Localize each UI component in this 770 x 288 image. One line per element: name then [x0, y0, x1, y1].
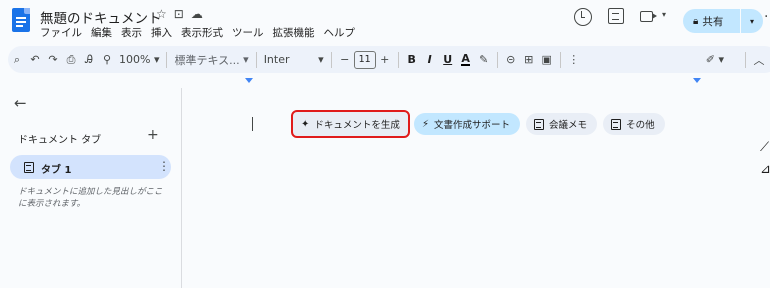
tab-label: タブ 1: [41, 165, 72, 176]
account-more-icon[interactable]: ·: [764, 9, 768, 25]
side-panel-image-icon[interactable]: ⊿: [760, 162, 770, 177]
add-tab-icon[interactable]: +: [147, 127, 159, 143]
document-tabs-heading: ドキュメント タブ: [18, 135, 102, 146]
menu-insert[interactable]: 挿入: [151, 25, 172, 40]
meeting-notes-button[interactable]: 会議メモ: [526, 113, 598, 135]
sparkle-icon: ✦: [301, 118, 310, 130]
font-size-input[interactable]: 11: [353, 50, 376, 69]
star-icon[interactable]: ☆: [156, 7, 167, 21]
undo-icon[interactable]: ↶: [26, 49, 44, 71]
side-panel-wand-icon[interactable]: ⟋: [760, 140, 769, 155]
decrease-font-size-button[interactable]: −: [336, 49, 354, 71]
print-icon[interactable]: ⎙: [62, 49, 80, 71]
menu-tools[interactable]: ツール: [232, 25, 264, 40]
share-main[interactable]: 🔒︎ 共有: [683, 9, 741, 33]
underline-icon[interactable]: U: [439, 49, 457, 71]
generate-document-button[interactable]: ✦ ドキュメントを生成: [291, 110, 410, 138]
insert-link-icon[interactable]: ⊝: [502, 49, 520, 71]
bold-icon[interactable]: B: [403, 49, 421, 71]
title-icons: ☆ ⊡ ☁: [156, 7, 203, 21]
increase-font-size-button[interactable]: +: [376, 49, 394, 71]
style-select[interactable]: 標準テキス... ▾: [171, 49, 251, 71]
font-value: Inter: [263, 53, 290, 66]
toolbar-divider: [559, 51, 561, 68]
toolbar-divider: [330, 51, 332, 68]
generate-document-label: ドキュメントを生成: [314, 120, 400, 131]
document-title[interactable]: 無題のドキュメント: [40, 7, 162, 27]
title-bar: 無題のドキュメント ☆ ⊡ ☁ ファイル 編集 表示 挿入 表示形式 ツール 拡…: [0, 0, 770, 42]
menu-edit[interactable]: 編集: [91, 25, 112, 40]
zoom-select[interactable]: 100% ▾: [116, 49, 162, 71]
menu-bar: ファイル 編集 表示 挿入 表示形式 ツール 拡張機能 ヘルプ: [40, 25, 355, 40]
spellcheck-icon[interactable]: Ꭿ: [80, 49, 98, 71]
editing-mode-icon[interactable]: ✐ ▾: [703, 49, 727, 71]
more-options-icon[interactable]: ⋮: [565, 49, 583, 71]
menu-format[interactable]: 表示形式: [181, 25, 223, 40]
meeting-notes-label: 会議メモ: [549, 120, 588, 131]
smart-chips-bar: ✦ ドキュメントを生成 ⚡︎ 文書作成サポート 会議メモ その他: [291, 110, 665, 138]
search-menus-icon[interactable]: ⌕: [8, 49, 26, 71]
chevron-down-icon: ▾: [662, 10, 667, 19]
menu-extensions[interactable]: 拡張機能: [273, 25, 315, 40]
toolbar-divider: [745, 51, 746, 68]
text-color-icon[interactable]: A: [457, 49, 475, 71]
template-icon: [611, 118, 622, 130]
share-dropdown-icon[interactable]: ▾: [741, 17, 763, 26]
document-icon: [534, 118, 545, 130]
sidebar-divider: [181, 88, 182, 288]
folder-move-icon[interactable]: ⊡: [174, 7, 184, 21]
tab-document-icon: [24, 162, 34, 173]
zoom-value: 100%: [119, 53, 151, 66]
meet-button[interactable]: ▾: [640, 8, 674, 26]
video-camera-icon: [640, 11, 657, 22]
outline-hint: ドキュメントに追加した見出しがここに表示されます。: [18, 187, 163, 209]
magic-wand-icon: ⚡︎: [422, 118, 430, 130]
toolbar-divider: [166, 51, 168, 68]
docs-logo-icon[interactable]: [12, 8, 30, 32]
more-templates-label: その他: [626, 120, 655, 131]
toolbar-divider: [397, 51, 399, 68]
tab-more-icon[interactable]: ⋮: [158, 159, 170, 173]
style-value: 標準テキス...: [174, 53, 240, 67]
highlight-color-icon[interactable]: ✎: [475, 49, 493, 71]
paint-format-icon[interactable]: ⚲: [98, 49, 116, 71]
toolbar-divider: [496, 51, 498, 68]
writing-assist-button[interactable]: ⚡︎ 文書作成サポート: [414, 113, 521, 135]
menu-help[interactable]: ヘルプ: [324, 25, 356, 40]
comments-icon[interactable]: [608, 8, 624, 24]
menu-view[interactable]: 表示: [121, 25, 142, 40]
collapse-toolbar-icon[interactable]: ︿: [750, 49, 768, 71]
insert-image-icon[interactable]: ▣: [538, 49, 556, 71]
redo-icon[interactable]: ↷: [44, 49, 62, 71]
menu-file[interactable]: ファイル: [40, 25, 82, 40]
toolbar-divider: [255, 51, 257, 68]
share-label: 共有: [702, 15, 724, 28]
writing-assist-label: 文書作成サポート: [434, 120, 511, 131]
add-comment-icon[interactable]: ⊞: [520, 49, 538, 71]
back-arrow-icon[interactable]: ←: [14, 94, 27, 112]
version-history-icon[interactable]: [574, 8, 592, 26]
text-cursor: [252, 117, 253, 131]
lock-icon: 🔒︎: [693, 15, 699, 27]
right-indent-marker[interactable]: [693, 78, 701, 83]
toolbar: ⌕ ↶ ↷ ⎙ Ꭿ ⚲ 100% ▾ 標準テキス... ▾ Inter ▾ − 1…: [8, 46, 770, 73]
tab-item-1[interactable]: タブ 1 ⋮: [10, 155, 171, 179]
more-templates-button[interactable]: その他: [603, 113, 665, 135]
font-select[interactable]: Inter ▾: [261, 49, 327, 71]
share-button[interactable]: 🔒︎ 共有 ▾: [683, 9, 763, 33]
italic-icon[interactable]: I: [421, 49, 439, 71]
cloud-status-icon[interactable]: ☁: [191, 7, 203, 21]
left-indent-marker[interactable]: [245, 78, 253, 83]
